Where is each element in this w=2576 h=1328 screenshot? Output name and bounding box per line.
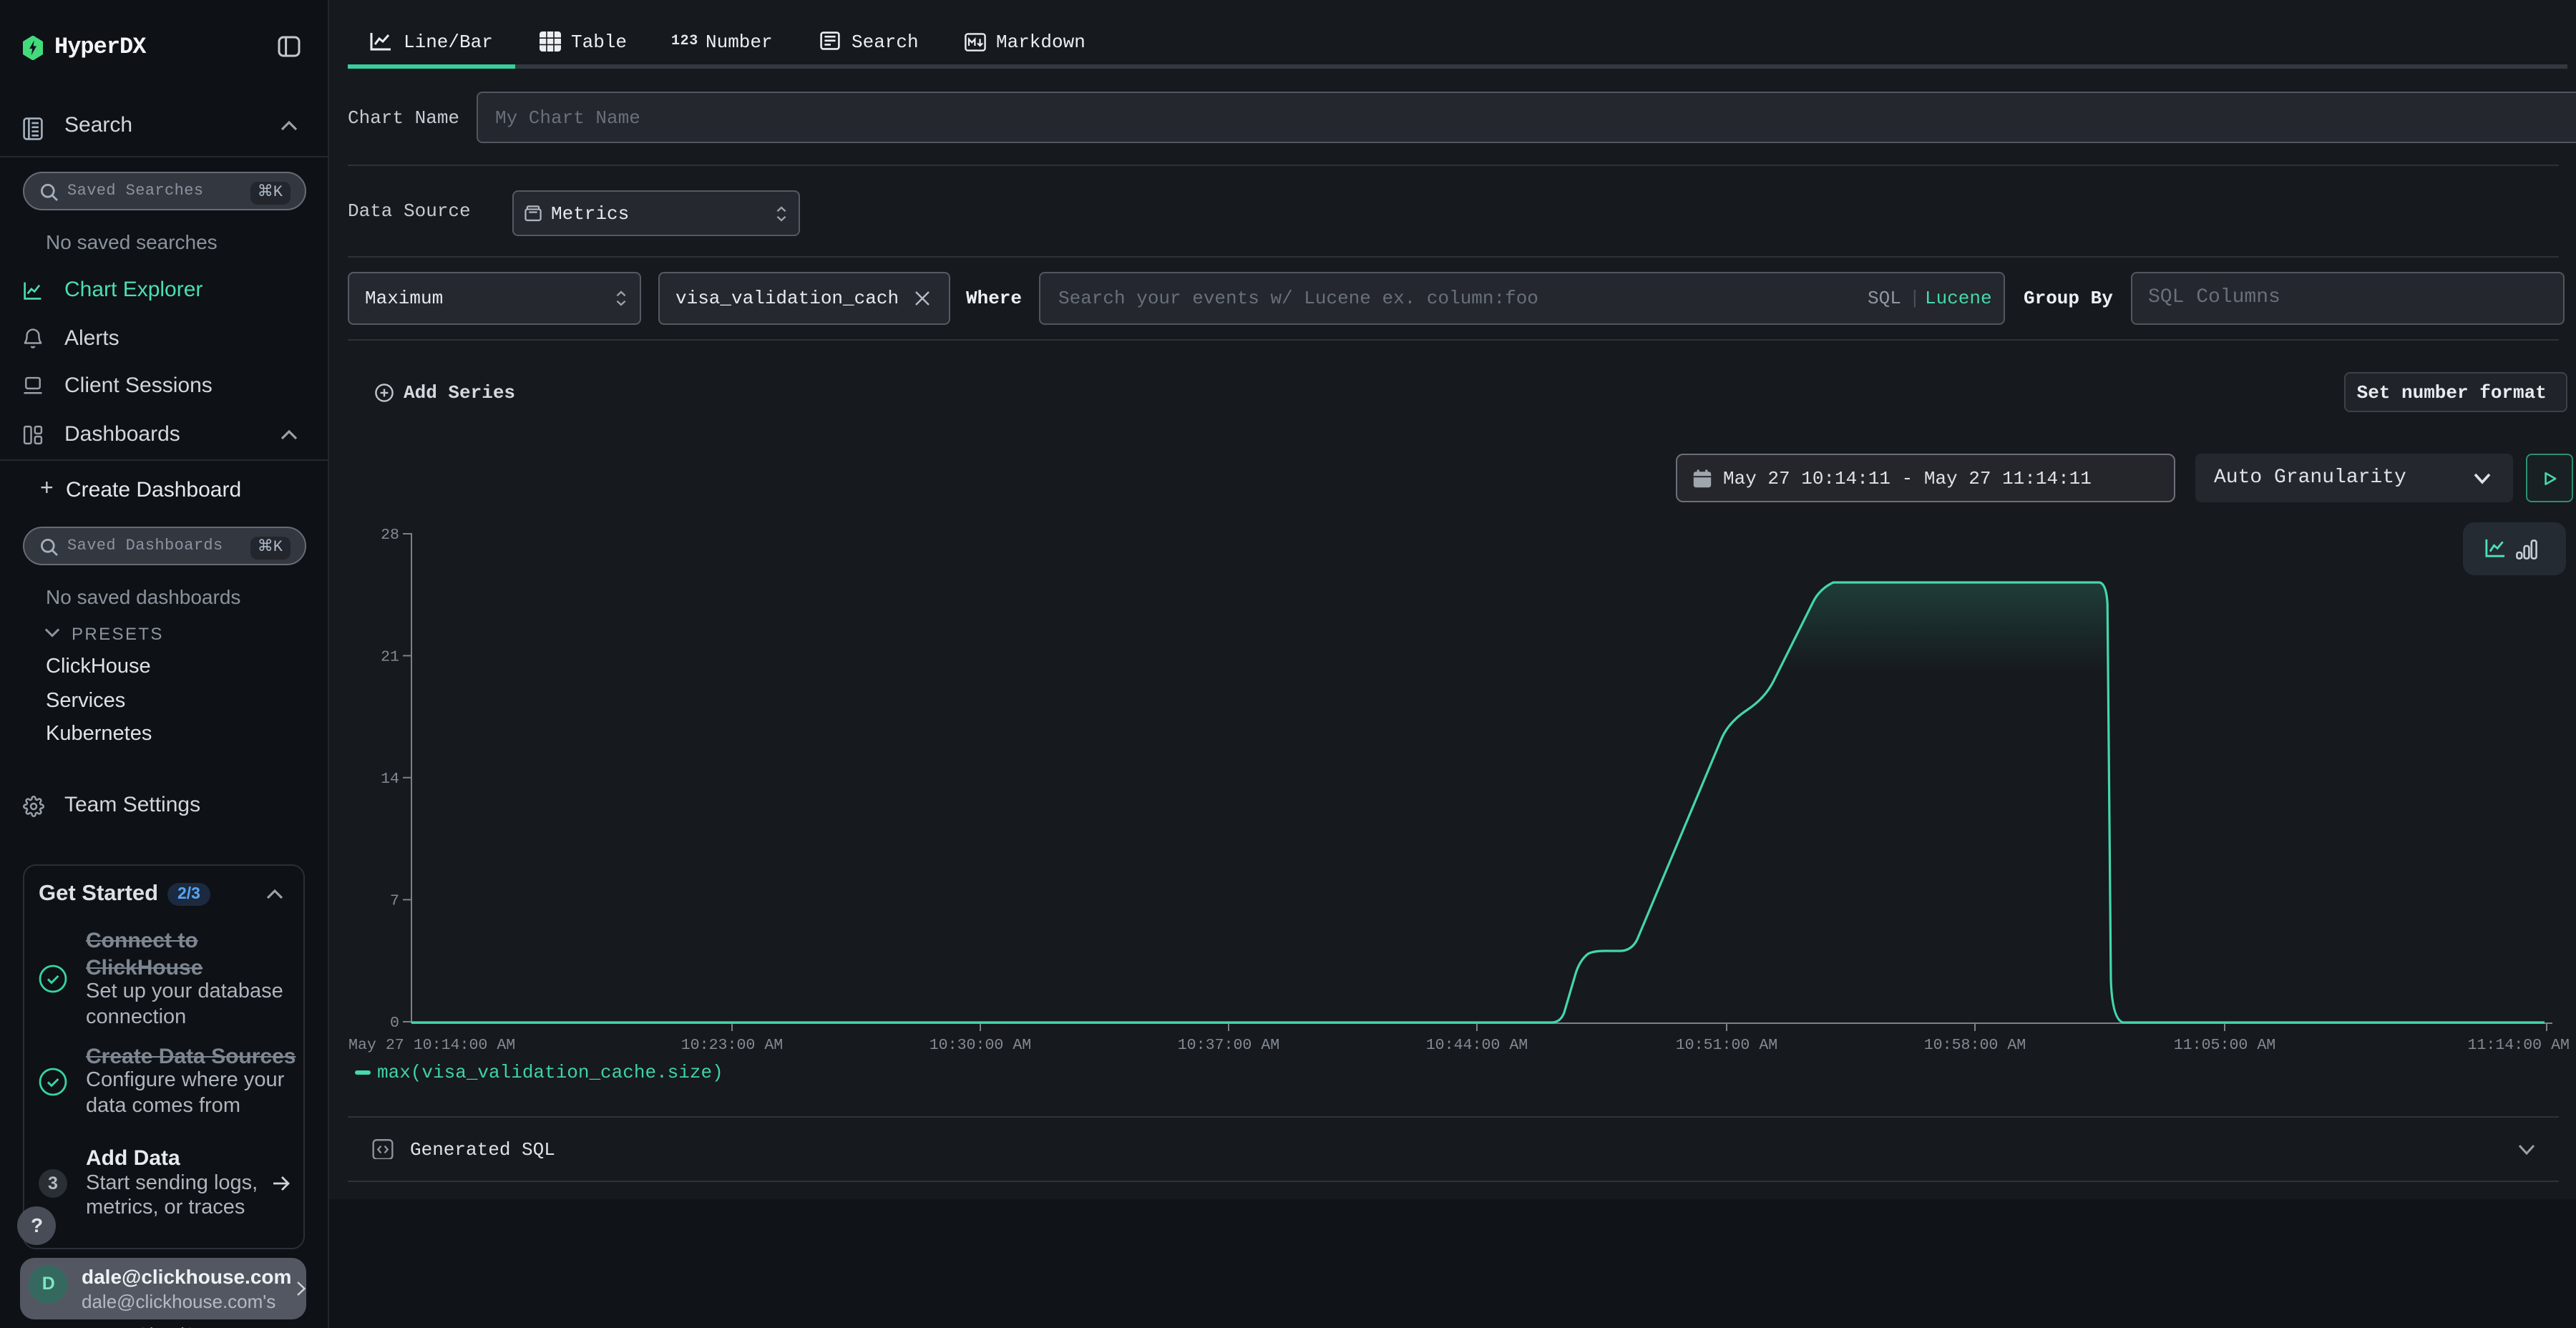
svg-text:21: 21: [381, 648, 399, 665]
svg-text:11:05:00 AM: 11:05:00 AM: [2174, 1037, 2276, 1054]
svg-text:14: 14: [381, 771, 399, 788]
svg-text:May 27 10:14:00 AM: May 27 10:14:00 AM: [348, 1037, 515, 1054]
svg-text:28: 28: [381, 527, 399, 544]
svg-text:11:14:00 AM: 11:14:00 AM: [2467, 1037, 2570, 1054]
svg-text:10:58:00 AM: 10:58:00 AM: [1924, 1037, 2026, 1054]
svg-text:10:44:00 AM: 10:44:00 AM: [1426, 1037, 1528, 1054]
svg-text:0: 0: [390, 1015, 399, 1032]
svg-text:10:37:00 AM: 10:37:00 AM: [1178, 1037, 1280, 1054]
svg-text:10:30:00 AM: 10:30:00 AM: [930, 1037, 1032, 1054]
svg-text:10:51:00 AM: 10:51:00 AM: [1676, 1037, 1778, 1054]
svg-text:7: 7: [390, 892, 399, 909]
svg-text:10:23:00 AM: 10:23:00 AM: [681, 1037, 784, 1054]
